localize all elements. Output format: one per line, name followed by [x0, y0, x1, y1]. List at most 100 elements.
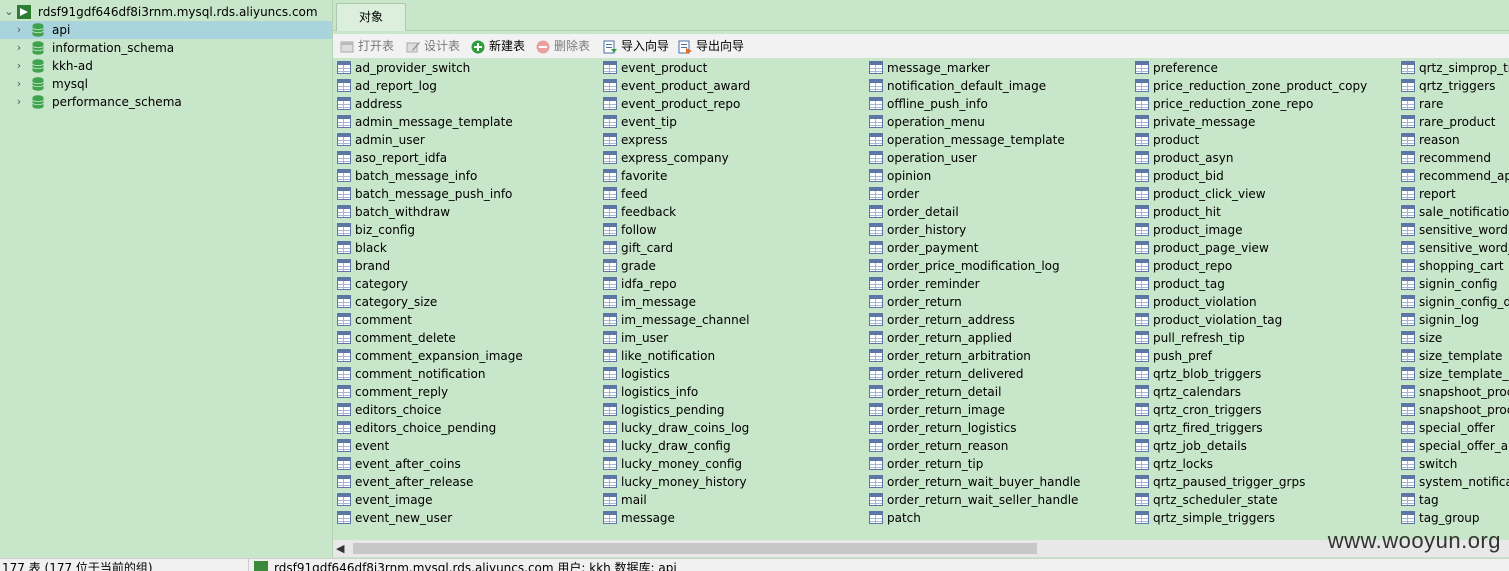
table-item[interactable]: qrtz_fired_triggers [1132, 419, 1398, 437]
export-wizard-button[interactable]: 导出向导 [678, 37, 744, 55]
table-item[interactable]: qrtz_cron_triggers [1132, 401, 1398, 419]
table-item[interactable]: lucky_money_config [600, 455, 866, 473]
table-item[interactable]: mail [600, 491, 866, 509]
horizontal-scrollbar[interactable]: ◀ www.wooyun.org [333, 528, 1509, 557]
table-item[interactable]: im_message_channel [600, 311, 866, 329]
table-item[interactable]: follow [600, 221, 866, 239]
table-item[interactable]: offline_push_info [866, 95, 1132, 113]
table-item[interactable]: order_price_modification_log [866, 257, 1132, 275]
table-item[interactable]: size_template [1398, 347, 1509, 365]
table-item[interactable]: tag_group [1398, 509, 1509, 527]
table-item[interactable]: qrtz_locks [1132, 455, 1398, 473]
table-item[interactable]: operation_menu [866, 113, 1132, 131]
table-item[interactable]: order_return_arbitration [866, 347, 1132, 365]
table-item[interactable]: im_message [600, 293, 866, 311]
table-item[interactable]: product_hit [1132, 203, 1398, 221]
table-item[interactable]: lucky_draw_config [600, 437, 866, 455]
table-item[interactable]: sensitive_word_c [1398, 239, 1509, 257]
table-item[interactable]: qrtz_scheduler_state [1132, 491, 1398, 509]
table-item[interactable]: gift_card [600, 239, 866, 257]
table-item[interactable]: logistics_pending [600, 401, 866, 419]
table-item[interactable]: qrtz_simple_triggers [1132, 509, 1398, 527]
connection-node[interactable]: ⌄ rdsf91gdf646df8i3rnm.mysql.rds.aliyunc… [0, 3, 332, 21]
table-item[interactable]: im_user [600, 329, 866, 347]
chevron-right-icon[interactable]: › [13, 93, 25, 111]
table-item[interactable]: order_return_wait_seller_handle [866, 491, 1132, 509]
table-item[interactable]: editors_choice [334, 401, 600, 419]
table-item[interactable]: event_image [334, 491, 600, 509]
table-item[interactable]: preference [1132, 59, 1398, 77]
chevron-down-icon[interactable]: ⌄ [3, 3, 15, 21]
table-item[interactable]: logistics [600, 365, 866, 383]
design-table-button[interactable]: 设计表 [406, 37, 460, 55]
table-item[interactable]: recommend [1398, 149, 1509, 167]
table-item[interactable]: comment [334, 311, 600, 329]
table-item[interactable]: comment_expansion_image [334, 347, 600, 365]
chevron-right-icon[interactable]: › [13, 39, 25, 57]
table-item[interactable]: order_detail [866, 203, 1132, 221]
scrollbar-thumb[interactable] [353, 543, 1037, 554]
table-item[interactable]: sale_notification [1398, 203, 1509, 221]
table-item[interactable]: switch [1398, 455, 1509, 473]
table-item[interactable]: ad_provider_switch [334, 59, 600, 77]
chevron-right-icon[interactable]: › [13, 75, 25, 93]
table-item[interactable]: signin_config_de [1398, 293, 1509, 311]
table-item[interactable]: snapshoot_proc [1398, 383, 1509, 401]
table-item[interactable]: batch_withdraw [334, 203, 600, 221]
table-item[interactable]: biz_config [334, 221, 600, 239]
table-item[interactable]: event_tip [600, 113, 866, 131]
table-item[interactable]: product_bid [1132, 167, 1398, 185]
import-wizard-button[interactable]: 导入向导 [603, 37, 669, 55]
table-item[interactable]: qrtz_blob_triggers [1132, 365, 1398, 383]
table-item[interactable]: snapshoot_proc [1398, 401, 1509, 419]
table-item[interactable]: order_return_logistics [866, 419, 1132, 437]
table-item[interactable]: order_return_applied [866, 329, 1132, 347]
table-item[interactable]: private_message [1132, 113, 1398, 131]
table-item[interactable]: notification_default_image [866, 77, 1132, 95]
table-item[interactable]: product_click_view [1132, 185, 1398, 203]
table-item[interactable]: qrtz_simprop_tr [1398, 59, 1509, 77]
table-item[interactable]: message [600, 509, 866, 527]
table-item[interactable]: product [1132, 131, 1398, 149]
table-item[interactable]: address [334, 95, 600, 113]
table-item[interactable]: event_new_user [334, 509, 600, 527]
table-item[interactable]: product_violation [1132, 293, 1398, 311]
table-item[interactable]: product_image [1132, 221, 1398, 239]
table-item[interactable]: event_after_release [334, 473, 600, 491]
table-item[interactable]: tag [1398, 491, 1509, 509]
table-item[interactable]: grade [600, 257, 866, 275]
table-item[interactable]: opinion [866, 167, 1132, 185]
table-item[interactable]: express [600, 131, 866, 149]
table-item[interactable]: admin_message_template [334, 113, 600, 131]
chevron-right-icon[interactable]: › [13, 21, 25, 39]
sidebar-item-db[interactable]: › kkh-ad [0, 57, 332, 75]
table-item[interactable]: operation_user [866, 149, 1132, 167]
table-item[interactable]: editors_choice_pending [334, 419, 600, 437]
table-item[interactable]: patch [866, 509, 1132, 527]
table-item[interactable]: order_return_reason [866, 437, 1132, 455]
table-item[interactable]: qrtz_triggers [1398, 77, 1509, 95]
table-item[interactable]: product_asyn [1132, 149, 1398, 167]
table-item[interactable]: like_notification [600, 347, 866, 365]
table-item[interactable]: category_size [334, 293, 600, 311]
table-item[interactable]: order_return_tip [866, 455, 1132, 473]
sidebar-item-db[interactable]: › api [0, 21, 332, 39]
table-item[interactable]: event_product [600, 59, 866, 77]
table-item[interactable]: system_notificat [1398, 473, 1509, 491]
table-item[interactable]: order_return_wait_buyer_handle [866, 473, 1132, 491]
table-item[interactable]: size_template_d [1398, 365, 1509, 383]
open-table-button[interactable]: 打开表 [340, 37, 394, 55]
table-item[interactable]: product_repo [1132, 257, 1398, 275]
table-item[interactable]: signin_config [1398, 275, 1509, 293]
table-item[interactable]: recommend_ap [1398, 167, 1509, 185]
table-item[interactable]: event_product_award [600, 77, 866, 95]
sidebar-item-db[interactable]: › information_schema [0, 39, 332, 57]
table-item[interactable]: rare_product [1398, 113, 1509, 131]
table-item[interactable]: feedback [600, 203, 866, 221]
table-item[interactable]: lucky_money_history [600, 473, 866, 491]
table-item[interactable]: product_violation_tag [1132, 311, 1398, 329]
scroll-left-icon[interactable]: ◀ [336, 540, 344, 557]
table-item[interactable]: admin_user [334, 131, 600, 149]
table-item[interactable]: reason [1398, 131, 1509, 149]
table-item[interactable]: ad_report_log [334, 77, 600, 95]
